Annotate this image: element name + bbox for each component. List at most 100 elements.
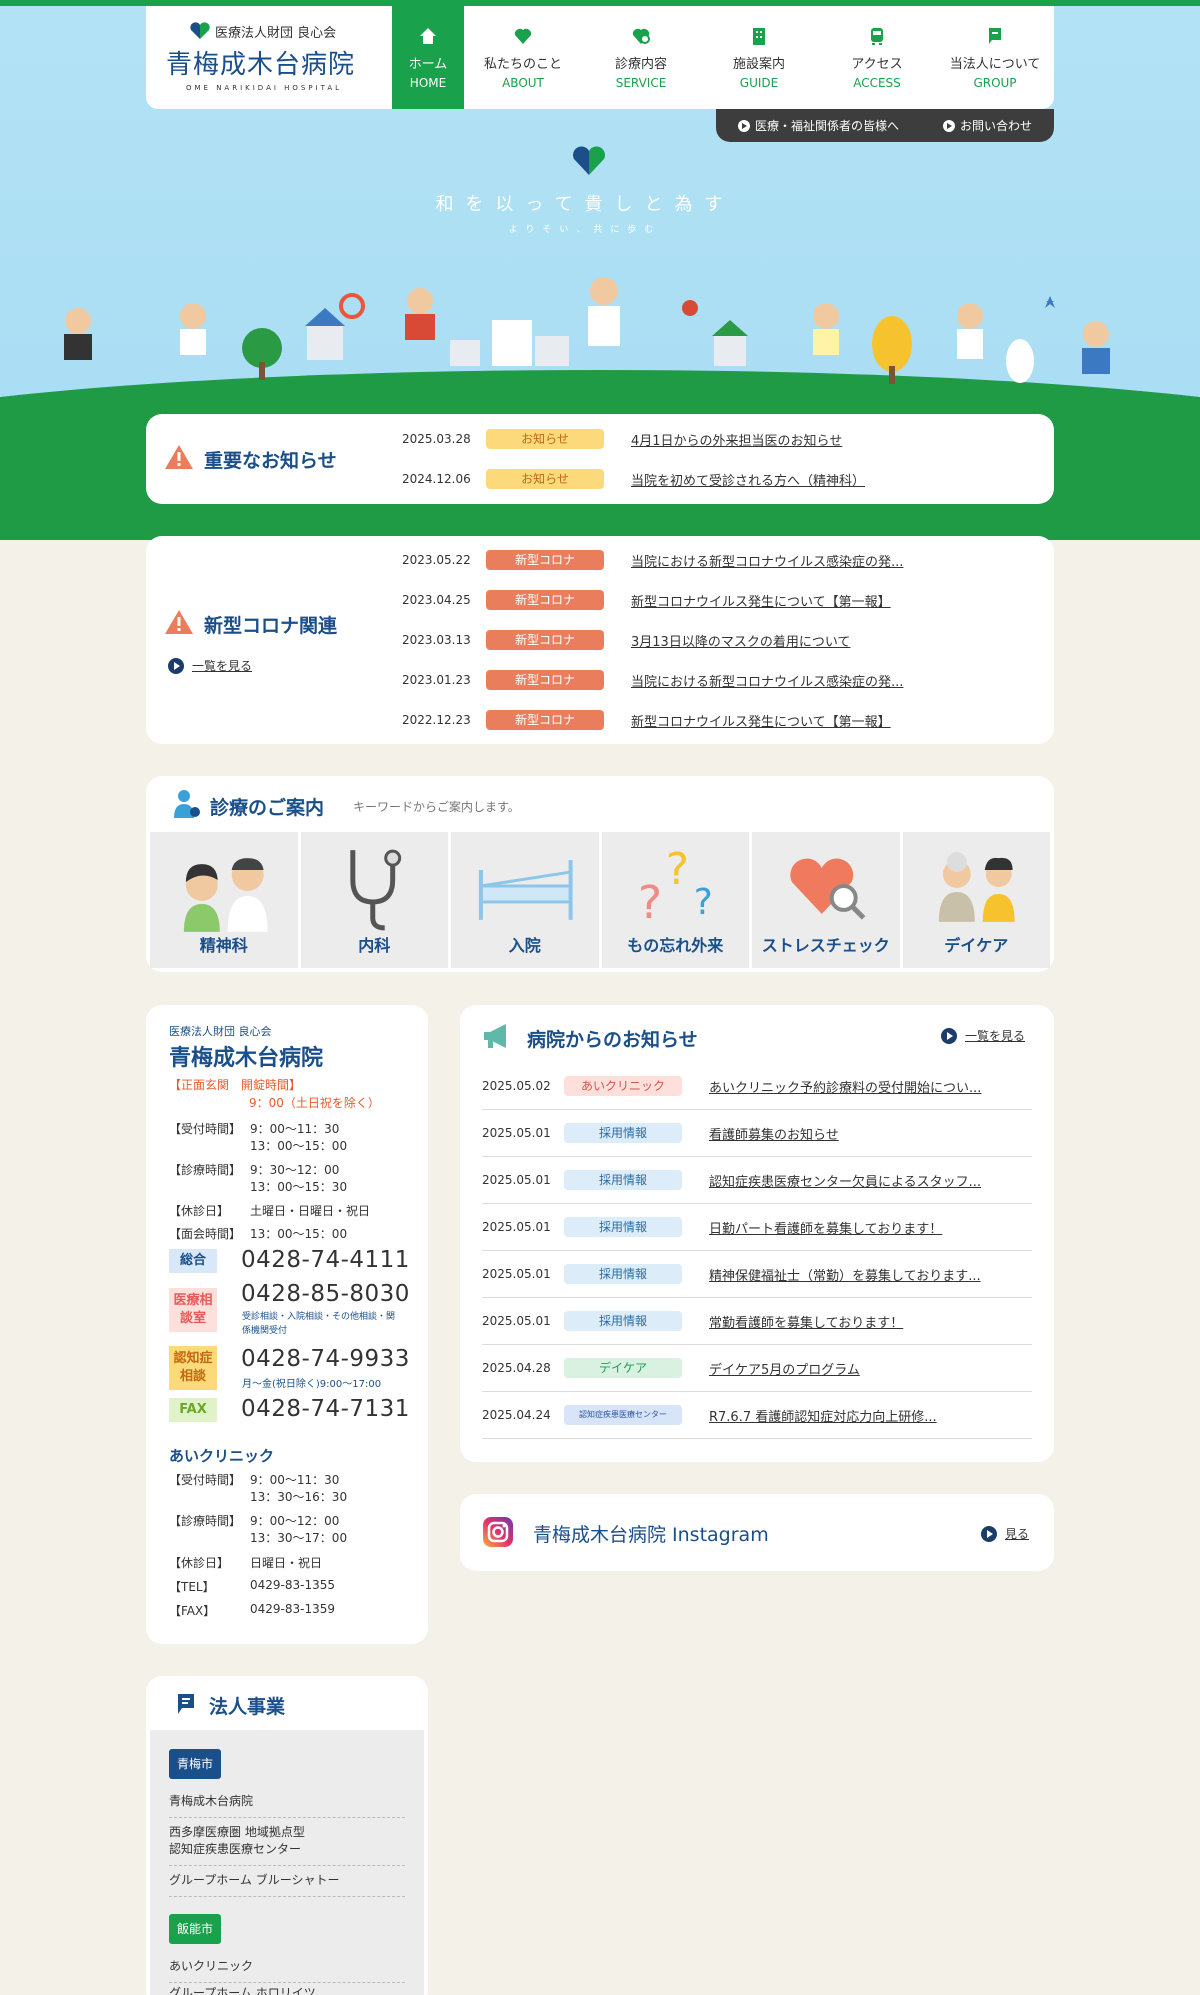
phone-tag: 総合 (169, 1249, 217, 1273)
dept-internal-medicine[interactable]: 内科 (300, 832, 448, 968)
nav-access-label: アクセス (851, 57, 903, 72)
notice-link[interactable]: 当院における新型コロナウイルス感染症の発... (631, 551, 903, 570)
notice-link[interactable]: 当院を初めて受診される方へ（精神科） (631, 470, 865, 489)
nav-home-en: HOME (409, 76, 447, 90)
notice-tag: 新型コロナ (486, 590, 604, 610)
corporate-title: 法人事業 (209, 1696, 286, 1718)
notice-link[interactable]: 4月1日からの外来担当医のお知らせ (631, 430, 842, 449)
nav-group-en: GROUP (973, 76, 1017, 90)
arrow-circle-icon (981, 1525, 997, 1542)
department-grid: 精神科 内科 入院 ??? もの忘れ外来 ストレスチェック デイケア (150, 832, 1050, 968)
dept-daycare[interactable]: デイケア (902, 832, 1050, 968)
info-value[interactable]: 0429-83-1355 (250, 1578, 335, 1592)
list-item[interactable]: 2025.05.01 採用情報 看護師募集のお知らせ (482, 1110, 1032, 1157)
nav-home[interactable]: ホーム HOME (392, 6, 464, 109)
flag-icon (178, 1694, 194, 1714)
dept-stress-check[interactable]: ストレスチェック (752, 832, 900, 968)
notice-tag: 新型コロナ (486, 710, 604, 730)
nav-guide-en: GUIDE (739, 76, 779, 90)
hero-slogan-sub: よりそい、共に歩む (508, 225, 662, 235)
list-item[interactable]: 2025.04.24 認知症疾患医療センター R7.6.7 看護師認知症対応力向上研… (482, 1392, 1032, 1439)
notice-date: 2025.03.28 (402, 432, 471, 446)
news-link[interactable]: 看護師募集のお知らせ (709, 1124, 839, 1143)
nav-service-en: SERVICE (615, 76, 667, 90)
dept-hospitalization[interactable]: 入院 (451, 832, 599, 968)
news-link[interactable]: 認知症疾患医療センター欠員によるスタッフ... (709, 1171, 981, 1190)
info-value: 9：00〜11：30 (250, 1122, 340, 1136)
svg-text:?: ? (665, 844, 688, 895)
news-link[interactable]: 日勤パート看護師を募集しております！ (709, 1218, 942, 1237)
covid-more-link[interactable]: 一覧を見る (168, 657, 252, 674)
fax-number: 0428-74-7131 (241, 1396, 410, 1422)
arrow-icon (737, 119, 750, 132)
logo-english-name: OME NARIKIDAI HOSPITAL (186, 84, 343, 92)
corp-item[interactable]: グループホーム ブルーシャトー (169, 1871, 405, 1897)
corp-item[interactable]: あいクリニック (169, 1957, 405, 1983)
list-item[interactable]: 2025.03.28 お知らせ 4月1日からの外来担当医のお知らせ (402, 429, 842, 449)
list-item[interactable]: 2023.04.25 新型コロナ 新型コロナウイルス発生について【第一報】 (402, 590, 891, 610)
dept-label: 精神科 (199, 936, 248, 955)
list-item[interactable]: 2025.05.01 採用情報 精神保健福祉士（常勤）を募集しております... (482, 1251, 1032, 1298)
news-date: 2025.05.01 (482, 1173, 551, 1187)
news-link[interactable]: 精神保健福祉士（常勤）を募集しております... (709, 1265, 981, 1284)
news-link[interactable]: 常勤看護師を募集しております！ (709, 1312, 903, 1331)
department-guide-title: 診療のご案内 (210, 797, 325, 819)
logo-org-name: 医療法人財団 良心会 (215, 26, 337, 41)
list-item[interactable]: 2025.04.28 デイケア デイケア5月のプログラム (482, 1345, 1032, 1392)
dept-label: もの忘れ外来 (627, 936, 724, 955)
info-hospital-name: 青梅成木台病院 (169, 1046, 324, 1071)
megaphone-icon (484, 1024, 506, 1048)
list-item[interactable]: 2023.03.13 新型コロナ 3月13日以降のマスクの着用について (402, 630, 850, 650)
list-item[interactable]: 2025.05.01 採用情報 日勤パート看護師を募集しております！ (482, 1204, 1032, 1251)
nav-service[interactable]: 診療内容 SERVICE (582, 6, 700, 109)
notice-link[interactable]: 3月13日以降のマスクの着用について (631, 631, 850, 650)
dept-psychiatry[interactable]: 精神科 (150, 832, 298, 968)
news-date: 2025.05.01 (482, 1314, 551, 1328)
city-tag-hanno: 飯能市 (169, 1914, 222, 1944)
list-item[interactable]: 2023.05.22 新型コロナ 当院における新型コロナウイルス感染症の発... (402, 550, 903, 570)
news-link[interactable]: R7.6.7 看護師認知症対応力向上研修... (709, 1406, 937, 1425)
corp-item[interactable]: 西多摩医療圏 地域拠点型 認知症疾患医療センター (169, 1823, 405, 1866)
list-item[interactable]: 2023.01.23 新型コロナ 当院における新型コロナウイルス感染症の発... (402, 670, 903, 690)
notice-tag: 新型コロナ (486, 550, 604, 570)
news-more-link[interactable]: 一覧を見る (941, 1027, 1025, 1044)
info-key: 【面会時間】 (169, 1227, 242, 1241)
nav-about[interactable]: 私たちのこと ABOUT (464, 6, 582, 109)
phone-tag: 医療相談室 (169, 1288, 217, 1332)
utility-nav: 医療・福祉関係者の皆様へ お問い合わせ (716, 109, 1054, 142)
notice-link[interactable]: 新型コロナウイルス発生について【第一報】 (631, 711, 891, 730)
list-item[interactable]: 2025.05.01 採用情報 常勤看護師を募集しております！ (482, 1298, 1032, 1345)
professionals-link[interactable]: 医療・福祉関係者の皆様へ (737, 117, 899, 134)
nav-access[interactable]: アクセス ACCESS (818, 6, 936, 109)
corp-item[interactable]: グループホーム ホロリイツ (169, 1984, 405, 1995)
notice-link[interactable]: 新型コロナウイルス発生について【第一報】 (631, 591, 891, 610)
nav-access-en: ACCESS (853, 76, 901, 90)
dept-label: ストレスチェック (761, 936, 890, 955)
notice-tag: 新型コロナ (486, 630, 604, 650)
phone-number[interactable]: 0428-74-9933 (241, 1346, 410, 1372)
phone-number[interactable]: 0428-85-8030 (241, 1281, 410, 1307)
dept-label: 内科 (358, 936, 391, 955)
city-tag-ome: 青梅市 (169, 1749, 222, 1779)
corp-item[interactable]: 青梅成木台病院 (169, 1792, 405, 1818)
phone-number[interactable]: 0428-74-4111 (241, 1247, 410, 1273)
info-value: 13：00〜15：30 (250, 1180, 348, 1194)
nav-guide[interactable]: 施設案内 GUIDE (700, 6, 818, 109)
logo-hospital-name: 青梅成木台病院 (166, 50, 356, 80)
question-marks-icon: ??? (637, 844, 712, 929)
list-item[interactable]: 2025.05.02 あいクリニック あいクリニック予約診療料の受付開始につい... (482, 1063, 1032, 1110)
info-value: 0429-83-1359 (250, 1602, 336, 1616)
news-tag: デイケア (564, 1358, 682, 1378)
building-icon (753, 28, 765, 45)
list-item[interactable]: 2022.12.23 新型コロナ 新型コロナウイルス発生について【第一報】 (402, 710, 891, 730)
news-link[interactable]: デイケア5月のプログラム (709, 1359, 860, 1378)
contact-link[interactable]: お問い合わせ (942, 117, 1032, 134)
dept-memory-clinic[interactable]: ??? もの忘れ外来 (601, 832, 749, 968)
list-item[interactable]: 2025.05.01 採用情報 認知症疾患医療センター欠員によるスタッフ... (482, 1157, 1032, 1204)
notice-link[interactable]: 当院における新型コロナウイルス感染症の発... (631, 671, 903, 690)
list-item[interactable]: 2024.12.06 お知らせ 当院を初めて受診される方へ（精神科） (402, 469, 865, 489)
instagram-view-link[interactable]: 見る (981, 1525, 1029, 1542)
news-link[interactable]: あいクリニック予約診療料の受付開始につい... (709, 1077, 981, 1096)
news-date: 2025.05.01 (482, 1267, 551, 1281)
nav-group[interactable]: 当法人について GROUP (936, 6, 1054, 109)
